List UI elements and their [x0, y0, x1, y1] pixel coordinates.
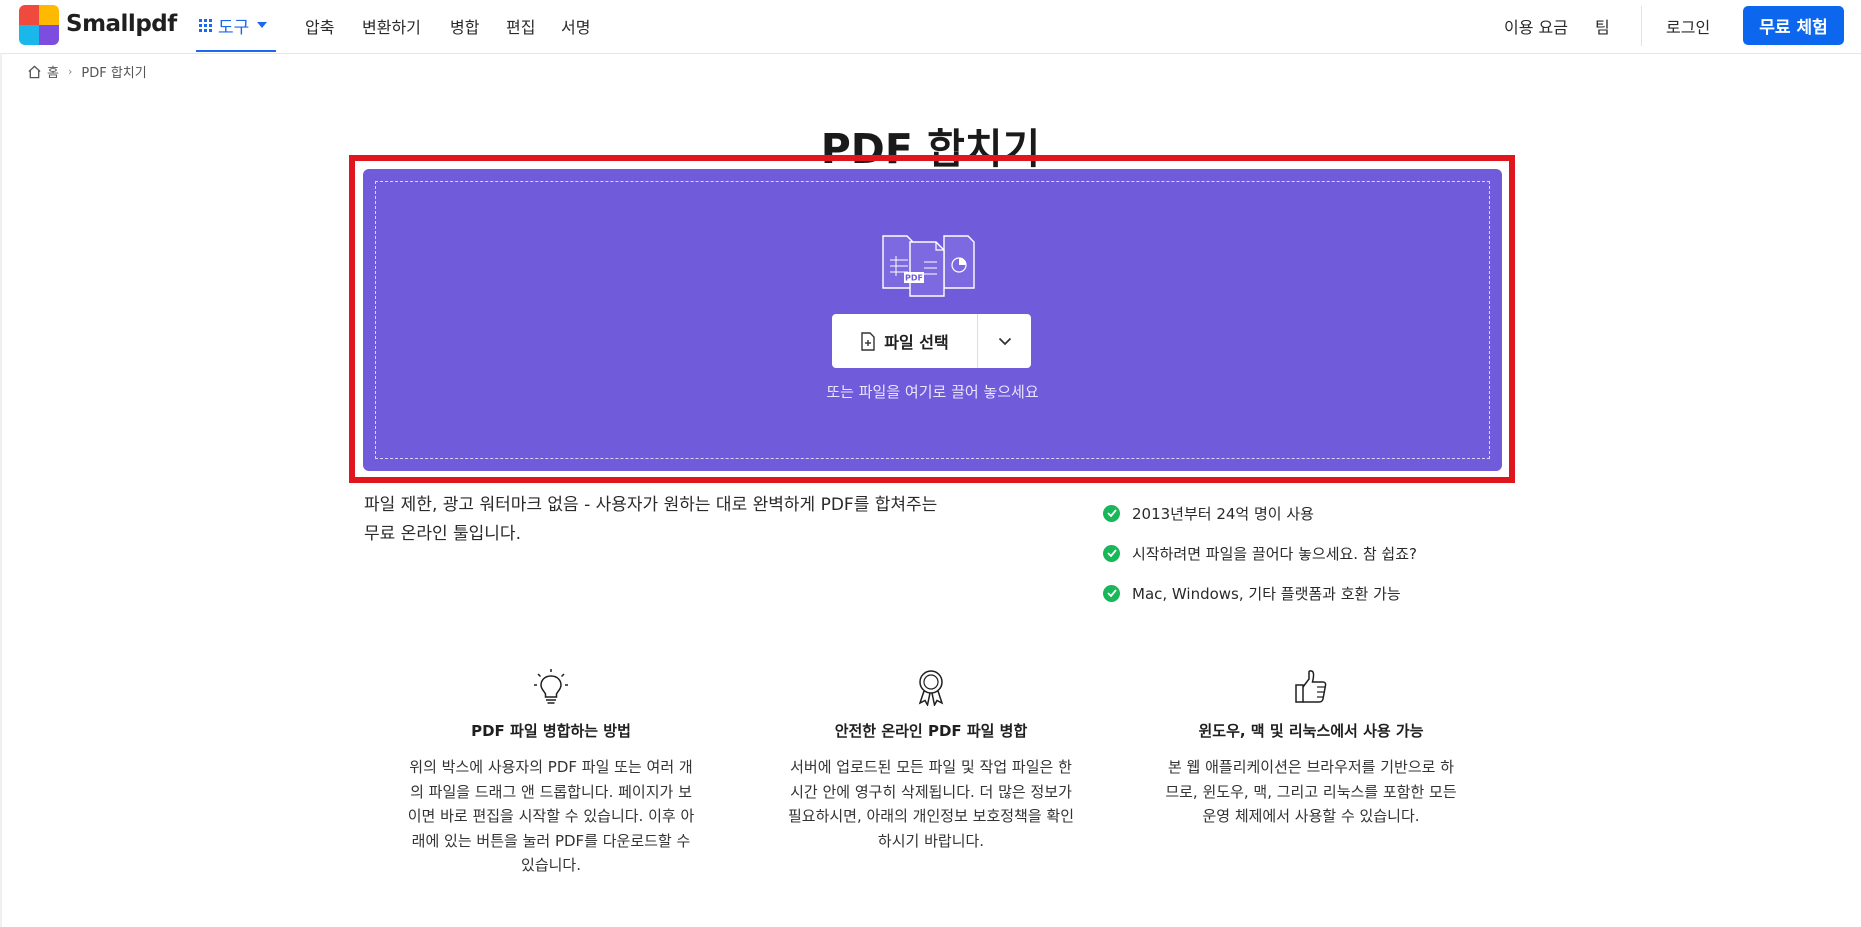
- nav-merge[interactable]: 병합: [450, 14, 479, 38]
- choose-file-label: 파일 선택: [884, 333, 949, 352]
- nav-divider: [1641, 6, 1642, 46]
- nav-team[interactable]: 팀: [1595, 14, 1610, 38]
- top-navbar: Smallpdf 도구 압축 변환하기 병합 편집 서명 이용 요금 팀 로그인…: [0, 0, 1861, 54]
- breadcrumb: 홈 › PDF 합치기: [27, 62, 147, 81]
- feature-text: 본 웹 애플리케이션은 브라우저를 기반으로 하므로, 윈도우, 맥, 그리고 …: [1165, 758, 1457, 825]
- feature-title: 윈도우, 맥 및 리눅스에서 사용 가능: [1198, 722, 1424, 740]
- drop-hint-text: 또는 파일을 여기로 끌어 놓으세요: [826, 383, 1039, 401]
- feature-secure-merge: 안전한 온라인 PDF 파일 병합 서버에 업로드된 모든 파일 및 작업 파일…: [781, 668, 1081, 853]
- check-item-text: 2013년부터 24억 명이 사용: [1132, 504, 1314, 523]
- feature-title: 안전한 온라인 PDF 파일 병합: [834, 722, 1028, 740]
- tools-menu[interactable]: 도구: [196, 0, 276, 52]
- feature-how-to-merge: PDF 파일 병합하는 방법 위의 박스에 사용자의 PDF 파일 또는 여러 …: [401, 668, 701, 878]
- choose-file-button[interactable]: 파일 선택: [832, 314, 977, 368]
- feature-text: 위의 박스에 사용자의 PDF 파일 또는 여러 개의 파일을 드래그 앤 드롭…: [407, 758, 695, 874]
- description-line-1: 파일 제한, 광고 워터마크 없음 - 사용자가 원하는 대로 완벽하게 PDF…: [364, 495, 938, 515]
- login-link[interactable]: 로그인: [1666, 14, 1710, 38]
- check-item-text: Mac, Windows, 기타 플랫폼과 호환 가능: [1132, 584, 1401, 603]
- feature-title: PDF 파일 병합하는 방법: [471, 722, 631, 740]
- nav-convert[interactable]: 변환하기: [362, 14, 421, 38]
- breadcrumb-current: PDF 합치기: [81, 66, 147, 81]
- check-circle-icon: [1103, 504, 1120, 522]
- tools-label: 도구: [218, 17, 250, 38]
- lightbulb-icon: [534, 669, 568, 704]
- check-item-text: 시작하려면 파일을 끌어다 놓으세요. 참 쉽죠?: [1132, 544, 1417, 563]
- description-line-2: 무료 온라인 툴입니다.: [364, 524, 521, 544]
- nav-pricing[interactable]: 이용 요금: [1504, 14, 1568, 38]
- feature-cross-platform: 윈도우, 맥 및 리눅스에서 사용 가능 본 웹 애플리케이션은 브라우저를 기…: [1161, 668, 1461, 829]
- feature-text: 서버에 업로드된 모든 파일 및 작업 파일은 한 시간 안에 영구히 삭제됩니…: [787, 758, 1075, 850]
- check-item: Mac, Windows, 기타 플랫폼과 호환 가능: [1103, 573, 1417, 613]
- caret-down-icon: [257, 22, 268, 28]
- free-trial-button[interactable]: 무료 체험: [1743, 6, 1844, 45]
- page-left-edge: [0, 53, 2, 927]
- brand-name[interactable]: Smallpdf: [66, 11, 177, 37]
- check-circle-icon: [1103, 544, 1120, 562]
- breadcrumb-home[interactable]: 홈: [47, 62, 59, 81]
- smallpdf-logo-icon[interactable]: [19, 5, 59, 45]
- breadcrumb-separator-icon: ›: [67, 65, 73, 78]
- add-file-icon: [861, 331, 875, 351]
- check-circle-icon: [1103, 584, 1120, 602]
- feature-checklist: 2013년부터 24억 명이 사용 시작하려면 파일을 끌어다 놓으세요. 참 …: [1103, 493, 1417, 613]
- documents-illustration-icon: PDF: [882, 235, 975, 297]
- choose-source-dropdown[interactable]: [978, 314, 1031, 368]
- chevron-down-icon: [998, 337, 1011, 345]
- check-item: 2013년부터 24억 명이 사용: [1103, 493, 1417, 533]
- home-icon[interactable]: [27, 65, 42, 79]
- award-ribbon-icon: [918, 670, 944, 706]
- grid-icon: [199, 18, 212, 32]
- nav-edit[interactable]: 편집: [506, 14, 535, 38]
- choose-file-button-group: 파일 선택: [832, 314, 1031, 368]
- tool-description: 파일 제한, 광고 워터마크 없음 - 사용자가 원하는 대로 완벽하게 PDF…: [364, 491, 1004, 549]
- pdf-badge: PDF: [905, 274, 923, 283]
- file-dropzone[interactable]: PDF 파일 선택 또는 파일을 여기로 끌어 놓으세요: [363, 169, 1502, 471]
- check-item: 시작하려면 파일을 끌어다 놓으세요. 참 쉽죠?: [1103, 533, 1417, 573]
- nav-sign[interactable]: 서명: [561, 14, 590, 38]
- nav-compress[interactable]: 압축: [305, 14, 334, 38]
- thumbs-up-icon: [1295, 670, 1327, 703]
